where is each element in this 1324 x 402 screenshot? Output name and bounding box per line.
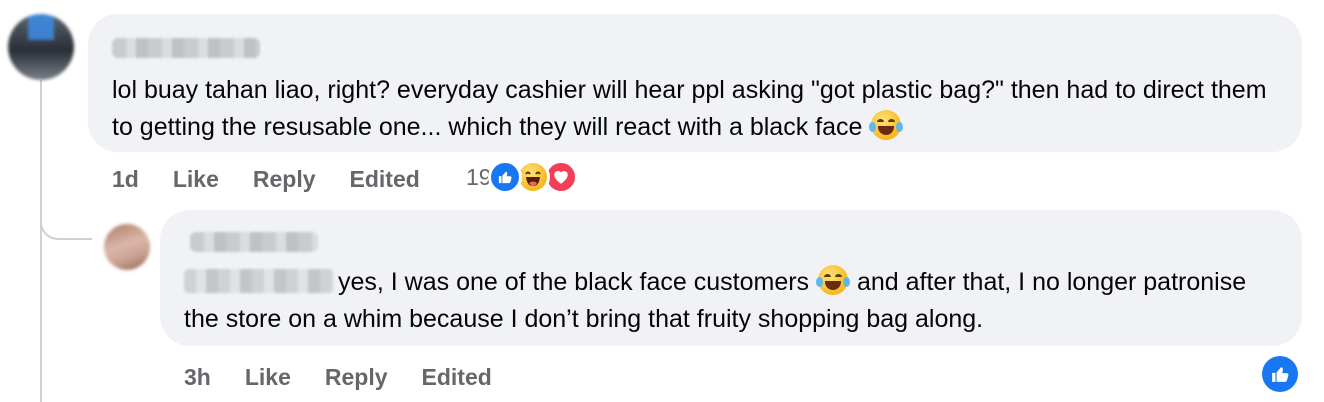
edited-label[interactable]: Edited	[350, 166, 420, 193]
reply-button[interactable]: Reply	[253, 166, 316, 193]
reply-connector	[40, 200, 92, 240]
commenter-name-redacted[interactable]	[190, 232, 318, 252]
comment-actions: 1d Like Reply Edited	[112, 164, 454, 194]
comment-text: lol buay tahan liao, right? everyday cas…	[112, 72, 1278, 146]
commenter-name-redacted[interactable]	[112, 38, 260, 58]
edited-label[interactable]: Edited	[422, 364, 492, 391]
thread-line	[40, 80, 42, 402]
like-reaction-icon	[487, 160, 522, 194]
face-with-tears-of-joy-icon	[816, 265, 851, 295]
face-with-tears-of-joy-icon	[869, 110, 904, 140]
reaction-summary[interactable]: 19	[466, 160, 578, 194]
like-button[interactable]: Like	[245, 364, 291, 391]
avatar[interactable]	[104, 224, 150, 270]
comment-text-before-emoji: yes, I was one of the black face custome…	[338, 268, 810, 296]
avatar[interactable]	[8, 14, 74, 80]
comment-timestamp[interactable]: 3h	[184, 364, 211, 391]
comment-timestamp[interactable]: 1d	[112, 166, 139, 193]
reply-button[interactable]: Reply	[325, 364, 388, 391]
like-button[interactable]: Like	[173, 166, 219, 193]
reply-bubble: yes, I was one of the black face custome…	[160, 210, 1302, 346]
comment-text: yes, I was one of the black face custome…	[184, 264, 1278, 338]
comment-bubble: lol buay tahan liao, right? everyday cas…	[88, 14, 1302, 152]
reply-actions: 3h Like Reply Edited	[184, 362, 526, 392]
mention-tag-redacted[interactable]	[184, 269, 334, 293]
comment-text-body: lol buay tahan liao, right? everyday cas…	[112, 76, 1267, 141]
like-reaction-icon[interactable]	[1262, 356, 1298, 392]
